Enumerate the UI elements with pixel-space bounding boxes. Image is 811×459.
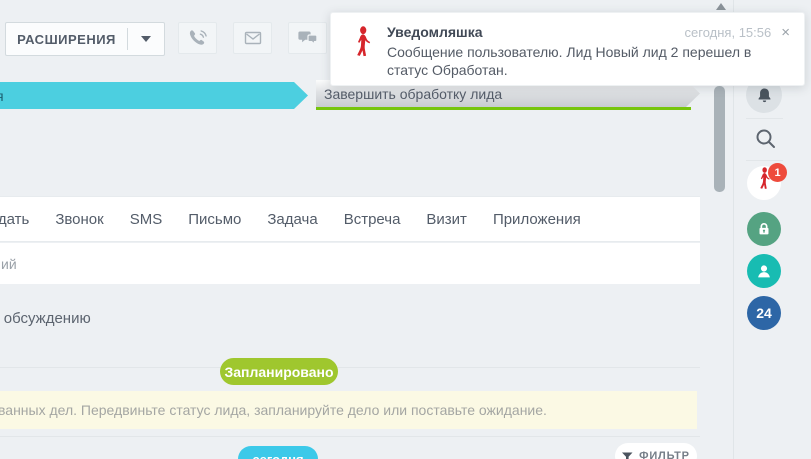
bell-icon: [758, 88, 770, 102]
tab-task[interactable]: Задача: [267, 211, 317, 228]
tab-sms[interactable]: SMS: [130, 211, 163, 228]
activity-tabs-row: Ждать Звонок SMS Письмо Задача Встреча В…: [0, 196, 700, 242]
planned-status-badge: Запланировано: [220, 358, 338, 385]
notification-title: Уведомляшка: [387, 24, 483, 40]
contact-person-button[interactable]: [747, 254, 781, 288]
sidebar-separator: [746, 160, 783, 161]
invite-to-discussion-link[interactable]: к обсуждению: [0, 284, 700, 352]
extensions-button[interactable]: РАСШИРЕНИЯ: [5, 22, 165, 56]
notification-count-badge: 1: [768, 163, 787, 182]
lock-icon: [759, 223, 769, 235]
no-activities-notice: ванных дел. Передвиньте статус лида, зап…: [0, 391, 697, 429]
search-button[interactable]: [752, 125, 780, 153]
comment-input[interactable]: ий: [0, 243, 700, 284]
phone-button[interactable]: [178, 22, 217, 54]
mail-icon: [244, 31, 261, 45]
chevron-down-icon[interactable]: [128, 36, 164, 42]
chat-button[interactable]: [288, 22, 327, 54]
security-lock-button[interactable]: [747, 212, 781, 246]
person-icon: [758, 265, 770, 278]
notification-content: Уведомляшка сегодня, 15:56 × Сообщение п…: [387, 24, 790, 78]
notification-mascot-icon: [353, 24, 387, 75]
scrollbar-thumb[interactable]: [714, 86, 725, 192]
close-icon[interactable]: ×: [781, 25, 790, 40]
funnel-icon: [622, 452, 633, 459]
comment-input-text: ий: [1, 255, 17, 272]
tab-visit[interactable]: Визит: [426, 211, 467, 228]
no-activities-notice-text: ванных дел. Передвиньте статус лида, зап…: [0, 402, 547, 418]
sidebar-separator: [746, 118, 783, 119]
extensions-button-label: РАСШИРЕНИЯ: [17, 31, 116, 47]
tab-apps[interactable]: Приложения: [493, 211, 581, 228]
mail-button[interactable]: [233, 22, 272, 54]
notification-timestamp: сегодня, 15:56: [684, 25, 772, 40]
chat-icon: [297, 31, 317, 46]
timeline-divider-line: [0, 436, 700, 437]
crm-lead-page: РАСШИРЕНИЯ я Завершить обработку лида: [0, 0, 811, 459]
lead-stage-current[interactable]: я: [0, 82, 308, 109]
filter-button[interactable]: ФИЛЬТР: [615, 443, 697, 459]
filter-button-label: ФИЛЬТР: [639, 450, 690, 459]
tab-wait[interactable]: Ждать: [0, 211, 29, 228]
stage-progress-underline: [316, 107, 691, 110]
today-date-badge: сегодня: [238, 446, 318, 459]
lead-stage-current-label: я: [0, 88, 4, 104]
notification-popup[interactable]: Уведомляшка сегодня, 15:56 × Сообщение п…: [330, 12, 805, 86]
invite-to-discussion-label: к обсуждению: [0, 309, 91, 327]
lead-stage-finish-label: Завершить обработку лида: [324, 85, 503, 102]
bitrix24-button[interactable]: 24: [747, 296, 781, 330]
planned-divider-line: [0, 367, 700, 368]
notification-message: Сообщение пользователю. Лид Новый лид 2 …: [387, 44, 752, 78]
tab-call[interactable]: Звонок: [55, 211, 103, 228]
tab-meeting[interactable]: Встреча: [344, 211, 401, 228]
tab-letter[interactable]: Письмо: [188, 211, 241, 228]
phone-icon: [189, 30, 207, 45]
search-icon: [756, 129, 775, 148]
scroll-up-arrow[interactable]: [716, 3, 726, 10]
